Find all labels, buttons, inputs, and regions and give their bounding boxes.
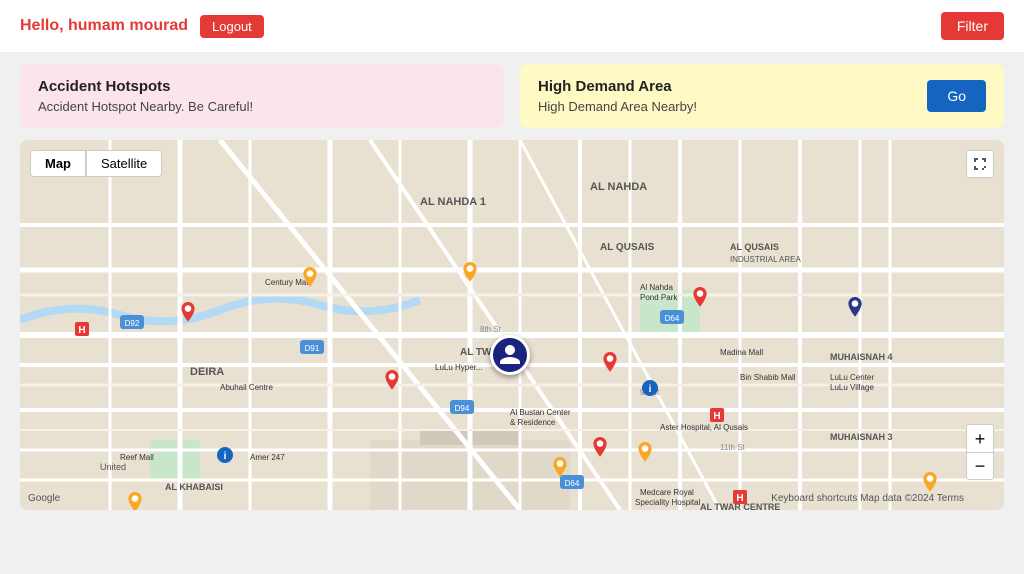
map-view-controls: Map Satellite xyxy=(30,150,162,177)
expand-icon xyxy=(973,157,987,171)
svg-text:Reef Mall: Reef Mall xyxy=(120,453,154,462)
map-footer-google: Google xyxy=(28,493,60,504)
red-pin-5[interactable] xyxy=(590,437,610,465)
logout-button[interactable]: Logout xyxy=(200,15,264,38)
map-footer-info: Keyboard shortcuts Map data ©2024 Terms xyxy=(771,493,964,504)
map-container: 8th St 9A St 11th St D92 D91 D94 D64 D64… xyxy=(20,140,1004,510)
svg-text:D92: D92 xyxy=(125,319,140,328)
svg-text:United: United xyxy=(100,462,126,472)
yellow-pin-5[interactable] xyxy=(635,442,655,470)
red-pin-3[interactable] xyxy=(600,352,620,380)
svg-text:Al Nahda: Al Nahda xyxy=(640,283,673,292)
svg-text:LuLu Hyper...: LuLu Hyper... xyxy=(435,363,483,372)
svg-text:Speciality Hospital: Speciality Hospital xyxy=(635,498,701,507)
map-svg: 8th St 9A St 11th St D92 D91 D94 D64 D64… xyxy=(20,140,1004,510)
map-tab-map[interactable]: Map xyxy=(30,150,86,177)
svg-text:MUHAISNAH 3: MUHAISNAH 3 xyxy=(830,432,893,442)
svg-text:MUHAISNAH 4: MUHAISNAH 4 xyxy=(830,352,893,362)
svg-text:H: H xyxy=(78,325,85,336)
yellow-pin-1[interactable] xyxy=(300,267,320,295)
svg-text:AL NAHDA: AL NAHDA xyxy=(590,181,647,193)
demand-card-subtitle: High Demand Area Nearby! xyxy=(538,99,697,114)
demand-card-title: High Demand Area xyxy=(538,78,697,95)
yellow-pin-2[interactable] xyxy=(460,262,480,290)
svg-text:D91: D91 xyxy=(305,344,320,353)
svg-text:H: H xyxy=(713,411,720,422)
high-demand-card: High Demand Area High Demand Area Nearby… xyxy=(520,64,1004,128)
svg-text:Abuhail Centre: Abuhail Centre xyxy=(220,383,273,392)
red-pin-4[interactable] xyxy=(690,287,710,315)
accident-card-title: Accident Hotspots xyxy=(38,78,486,95)
yellow-pin-6[interactable] xyxy=(125,492,145,510)
svg-text:AL QUSAIS: AL QUSAIS xyxy=(730,242,779,252)
svg-text:AL KHABAISI: AL KHABAISI xyxy=(165,482,223,492)
svg-text:Madina Mall: Madina Mall xyxy=(720,348,763,357)
svg-text:H: H xyxy=(736,493,743,504)
user-location-pin xyxy=(490,335,530,375)
svg-text:AL QUSAIS: AL QUSAIS xyxy=(600,242,655,253)
svg-text:& Residence: & Residence xyxy=(510,418,556,427)
greeting-text: Hello, humam mourad xyxy=(20,17,188,35)
svg-text:LuLu Center: LuLu Center xyxy=(830,373,874,382)
high-demand-card-text: High Demand Area High Demand Area Nearby… xyxy=(538,78,697,114)
red-pin-2[interactable] xyxy=(382,370,402,398)
map-zoom-controls: + − xyxy=(966,424,994,480)
svg-text:Medcare Royal: Medcare Royal xyxy=(640,488,694,497)
cards-row: Accident Hotspots Accident Hotspot Nearb… xyxy=(0,52,1024,140)
accident-card-subtitle: Accident Hotspot Nearby. Be Careful! xyxy=(38,99,486,114)
header: Hello, humam mourad Logout Filter xyxy=(0,0,1024,52)
header-left: Hello, humam mourad Logout xyxy=(20,15,264,38)
svg-text:11th St: 11th St xyxy=(720,443,746,452)
svg-text:Pond Park: Pond Park xyxy=(640,293,678,302)
filter-button[interactable]: Filter xyxy=(941,12,1004,40)
go-button[interactable]: Go xyxy=(927,80,986,112)
svg-text:INDUSTRIAL AREA: INDUSTRIAL AREA xyxy=(730,255,801,264)
zoom-out-button[interactable]: − xyxy=(966,452,994,480)
red-pin-1[interactable] xyxy=(178,302,198,330)
svg-text:AL NAHDA 1: AL NAHDA 1 xyxy=(420,196,486,208)
svg-text:8th St: 8th St xyxy=(480,325,502,334)
svg-text:D64: D64 xyxy=(665,314,680,323)
svg-text:i: i xyxy=(224,451,227,462)
accident-hotspots-card: Accident Hotspots Accident Hotspot Nearb… xyxy=(20,64,504,128)
svg-text:Aster Hospital, Al Qusais: Aster Hospital, Al Qusais xyxy=(660,423,748,432)
svg-text:LuLu Village: LuLu Village xyxy=(830,383,874,392)
svg-text:DEIRA: DEIRA xyxy=(190,366,224,378)
svg-text:i: i xyxy=(649,384,652,395)
map-background[interactable]: 8th St 9A St 11th St D92 D91 D94 D64 D64… xyxy=(20,140,1004,510)
map-tab-satellite[interactable]: Satellite xyxy=(86,150,162,177)
map-expand-button[interactable] xyxy=(966,150,994,178)
svg-text:D94: D94 xyxy=(455,404,470,413)
yellow-pin-4[interactable] xyxy=(550,457,570,485)
svg-text:Bin Shabib Mall: Bin Shabib Mall xyxy=(740,373,796,382)
blue-pin-1[interactable] xyxy=(845,297,865,325)
svg-text:Amer 247: Amer 247 xyxy=(250,453,285,462)
svg-text:Al Bustan Center: Al Bustan Center xyxy=(510,408,571,417)
zoom-in-button[interactable]: + xyxy=(966,424,994,452)
